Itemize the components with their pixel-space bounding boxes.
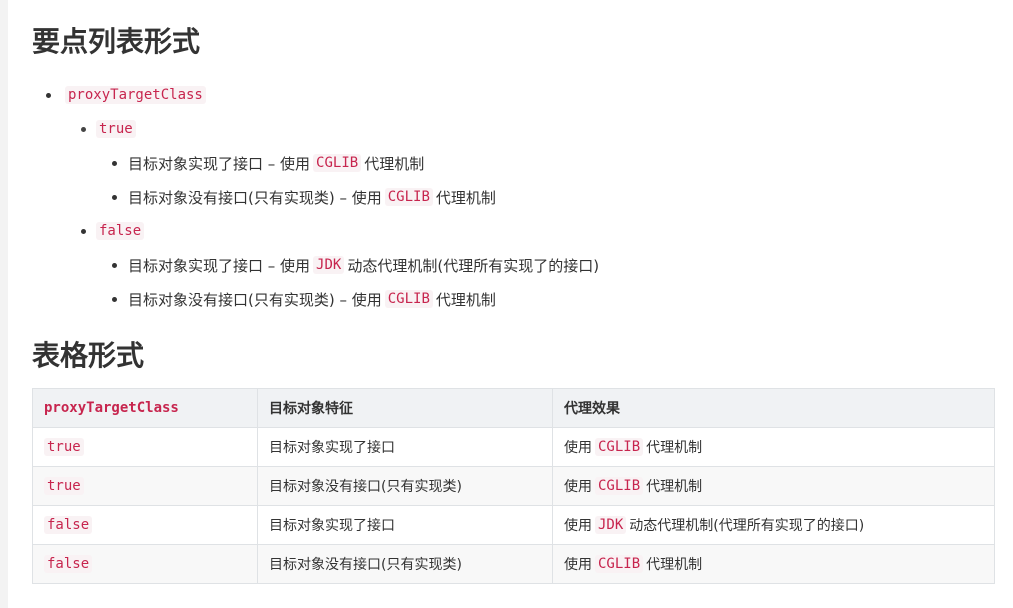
- header-proxytargetclass: proxyTargetClass: [32, 388, 258, 428]
- effect-text: 使用: [564, 518, 592, 534]
- effect-code: CGLIB: [595, 555, 644, 573]
- heading-list-format: 要点列表形式: [32, 25, 201, 58]
- table-row: false 目标对象没有接口(只有实现类) 使用 CGLIB 代理机制: [32, 544, 995, 584]
- effect-text: 代理机制: [646, 440, 703, 456]
- effect-text: 动态代理机制(代理所有实现了的接口): [629, 518, 865, 534]
- cell-feature: 目标对象实现了接口: [257, 505, 553, 545]
- table-row: false 目标对象实现了接口 使用 JDK 动态代理机制(代理所有实现了的接口): [32, 505, 995, 545]
- list-item-true-1: 目标对象实现了接口 – 使用 CGLIB 代理机制: [128, 151, 424, 175]
- cell-feature: 目标对象没有接口(只有实现类): [257, 466, 553, 506]
- effect-code: CGLIB: [595, 477, 644, 495]
- cell-feature: 目标对象没有接口(只有实现类): [257, 544, 553, 584]
- heading-table-format: 表格形式: [32, 339, 145, 372]
- list-item-root: proxyTargetClass: [65, 83, 206, 107]
- cell-value: true: [32, 466, 258, 506]
- header-effect: 代理效果: [552, 388, 995, 428]
- code-false: false: [96, 222, 145, 240]
- header-feature: 目标对象特征: [257, 388, 553, 428]
- list-item-false: false: [96, 219, 145, 243]
- item-text: 目标对象实现了接口 – 使用: [128, 154, 311, 173]
- cell-effect: 使用 CGLIB 代理机制: [552, 466, 995, 506]
- bullet-dot: [112, 195, 117, 200]
- page-left-border: [0, 0, 8, 608]
- bullet-dot: [112, 263, 117, 268]
- item-text: 目标对象没有接口(只有实现类) – 使用: [128, 188, 382, 207]
- effect-code: JDK: [595, 516, 627, 534]
- header-code: proxyTargetClass: [44, 400, 179, 416]
- item-text: 代理机制: [364, 154, 425, 173]
- code-cglib: CGLIB: [313, 154, 362, 172]
- effect-text: 代理机制: [646, 557, 703, 573]
- item-text: 代理机制: [435, 290, 496, 309]
- cell-value: false: [32, 544, 258, 584]
- table-header-row: proxyTargetClass 目标对象特征 代理效果: [32, 388, 995, 428]
- effect-text: 代理机制: [646, 479, 703, 495]
- cell-effect: 使用 CGLIB 代理机制: [552, 427, 995, 467]
- cell-feature: 目标对象实现了接口: [257, 427, 553, 467]
- code-proxytargetclass: proxyTargetClass: [65, 86, 206, 104]
- cell-value: true: [32, 427, 258, 467]
- cell-effect: 使用 JDK 动态代理机制(代理所有实现了的接口): [552, 505, 995, 545]
- value-code: false: [44, 516, 93, 534]
- item-text: 代理机制: [435, 188, 496, 207]
- code-cglib: CGLIB: [384, 188, 433, 206]
- bullet-dot: [81, 229, 86, 234]
- effect-text: 使用: [564, 557, 592, 573]
- proxy-table: proxyTargetClass 目标对象特征 代理效果 true 目标对象实现…: [32, 388, 995, 584]
- effect-text: 使用: [564, 479, 592, 495]
- bullet-dot: [112, 161, 117, 166]
- effect-code: CGLIB: [595, 438, 644, 456]
- code-jdk: JDK: [313, 256, 345, 274]
- item-text: 动态代理机制(代理所有实现了的接口): [347, 256, 600, 275]
- table-row: true 目标对象没有接口(只有实现类) 使用 CGLIB 代理机制: [32, 466, 995, 506]
- bullet-dot: [112, 297, 117, 302]
- list-item-true-2: 目标对象没有接口(只有实现类) – 使用 CGLIB 代理机制: [128, 185, 496, 209]
- item-text: 目标对象没有接口(只有实现类) – 使用: [128, 290, 382, 309]
- bullet-dot: [46, 93, 51, 98]
- code-cglib: CGLIB: [384, 290, 433, 308]
- cell-value: false: [32, 505, 258, 545]
- bullet-dot: [81, 127, 86, 132]
- item-text: 目标对象实现了接口 – 使用: [128, 256, 311, 275]
- value-code: false: [44, 555, 93, 573]
- effect-text: 使用: [564, 440, 592, 456]
- value-code: true: [44, 477, 84, 495]
- table-row: true 目标对象实现了接口 使用 CGLIB 代理机制: [32, 427, 995, 467]
- value-code: true: [44, 438, 84, 456]
- code-true: true: [96, 120, 136, 138]
- list-item-false-2: 目标对象没有接口(只有实现类) – 使用 CGLIB 代理机制: [128, 287, 496, 311]
- list-item-true: true: [96, 117, 136, 141]
- cell-effect: 使用 CGLIB 代理机制: [552, 544, 995, 584]
- list-item-false-1: 目标对象实现了接口 – 使用 JDK 动态代理机制(代理所有实现了的接口): [128, 253, 599, 277]
